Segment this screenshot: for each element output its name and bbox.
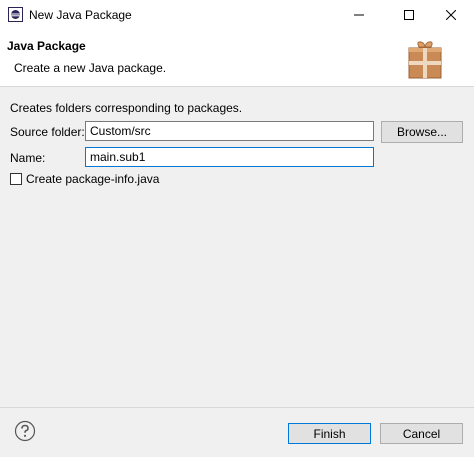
create-package-info-checkbox[interactable] [10, 173, 22, 185]
source-folder-label: Source folder: [10, 125, 85, 139]
close-button[interactable] [428, 0, 474, 30]
close-icon [446, 10, 456, 20]
maximize-icon [404, 10, 414, 20]
create-package-info-label[interactable]: Create package-info.java [26, 172, 159, 186]
minimize-button[interactable] [336, 0, 382, 30]
eclipse-icon [8, 7, 23, 22]
package-name-field[interactable] [85, 147, 374, 167]
wizard-banner: Java Package Create a new Java package. [0, 30, 474, 87]
title-bar: New Java Package [0, 0, 474, 30]
footer-separator [0, 407, 474, 408]
window-title: New Java Package [29, 8, 132, 22]
maximize-button[interactable] [386, 0, 432, 30]
banner-title: Java Package [7, 39, 86, 53]
package-wizard-icon [408, 41, 442, 79]
cancel-button[interactable]: Cancel [380, 423, 463, 444]
finish-button[interactable]: Finish [288, 423, 371, 444]
banner-subtitle: Create a new Java package. [14, 61, 167, 75]
source-folder-field[interactable] [85, 121, 374, 141]
name-label: Name: [10, 151, 46, 165]
minimize-icon [354, 14, 364, 16]
help-icon[interactable] [14, 420, 36, 442]
wizard-description: Creates folders corresponding to package… [10, 101, 243, 115]
browse-button[interactable]: Browse... [381, 121, 463, 143]
